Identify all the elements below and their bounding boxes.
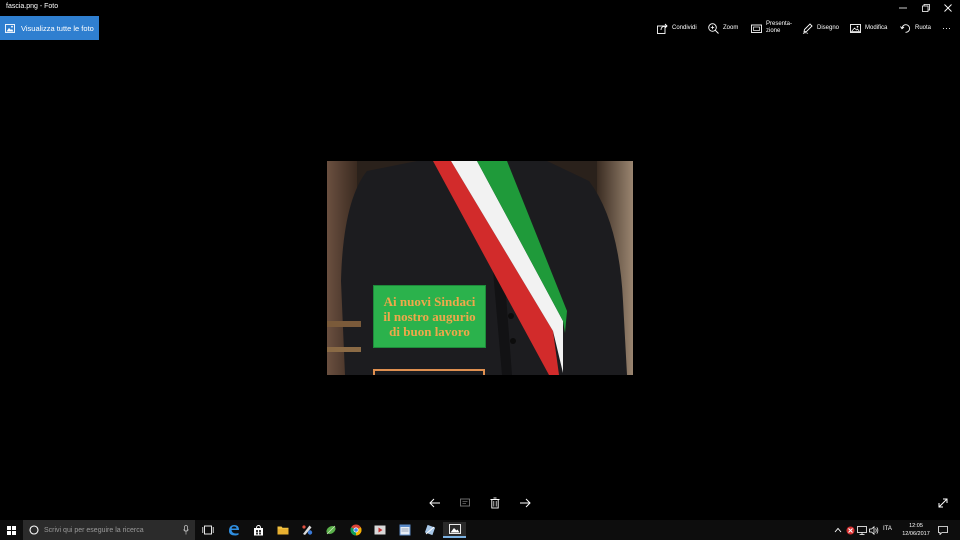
zoom-button[interactable]: Zoom: [708, 16, 738, 40]
start-button[interactable]: [0, 520, 23, 540]
scissors-tool-icon: [424, 524, 436, 536]
edit-button[interactable]: Modifica: [850, 16, 887, 40]
fullscreen-button[interactable]: [934, 494, 952, 512]
close-icon: [944, 4, 952, 12]
gallery-icon: [5, 23, 15, 33]
chrome-button[interactable]: [346, 522, 366, 538]
task-view-icon: [202, 525, 214, 535]
network-tray-button[interactable]: [856, 522, 868, 538]
view-all-photos-label: Visualizza tutte le foto: [21, 23, 94, 33]
share-icon: [657, 23, 668, 34]
photos-app-button[interactable]: [443, 522, 466, 538]
edit-label: Modifica: [865, 24, 888, 31]
minimize-icon: [899, 7, 907, 9]
caption-line-1: Ai nuovi Sindaci: [383, 294, 476, 309]
close-button[interactable]: [937, 0, 959, 16]
empty-frame-box: [373, 369, 485, 375]
store-bag-icon: [253, 524, 263, 535]
arrow-left-icon: [429, 498, 440, 508]
clock-time: 12:05: [909, 523, 923, 529]
media-player-button[interactable]: [370, 522, 390, 538]
arrow-right-icon: [520, 498, 531, 508]
zoom-label: Zoom: [723, 24, 739, 31]
edge-icon: [229, 525, 239, 536]
snipping-tool-button[interactable]: [420, 522, 440, 538]
share-button[interactable]: Condividi: [657, 16, 697, 40]
draw-button[interactable]: Disegno: [802, 16, 839, 40]
caption-line-3: di buon lavoro: [389, 324, 470, 339]
edit-photo-icon: [850, 23, 861, 33]
app-pinned-leaf-button[interactable]: [321, 522, 341, 538]
more-options-button[interactable]: ···: [942, 16, 951, 40]
photos-icon: [448, 524, 461, 534]
network-icon: [857, 525, 867, 535]
windows-taskbar: Scrivi qui per eseguire la ricerca ITA 1…: [0, 520, 960, 540]
rotate-button[interactable]: Ruota: [900, 16, 931, 40]
show-hidden-icons-button[interactable]: [832, 522, 844, 538]
chevron-up-icon: [834, 527, 842, 533]
taskbar-clock[interactable]: 12:05 12/06/2017: [896, 522, 936, 538]
app-toolbar: Visualizza tutte le foto Condividi Zoom …: [0, 16, 960, 40]
volume-tray-button[interactable]: [868, 522, 880, 538]
photo-viewer-image[interactable]: Ai nuovi Sindaci il nostro augurio di bu…: [327, 161, 633, 375]
view-all-photos-button[interactable]: Visualizza tutte le foto: [0, 16, 99, 40]
leaf-app-icon: [326, 525, 336, 535]
description-button[interactable]: [456, 494, 474, 512]
taskbar-search-box[interactable]: Scrivi qui per eseguire la ricerca: [23, 520, 195, 540]
share-label: Condividi: [672, 24, 697, 31]
restore-button[interactable]: [915, 0, 937, 16]
comment-icon: [460, 498, 470, 507]
previous-photo-button[interactable]: [426, 494, 444, 512]
rotate-icon: [900, 23, 911, 33]
input-language-indicator[interactable]: ITA: [883, 526, 892, 532]
greeting-caption: Ai nuovi Sindaci il nostro augurio di bu…: [373, 285, 486, 348]
delete-button[interactable]: [486, 494, 504, 512]
pen-icon: [802, 22, 813, 34]
file-explorer-button[interactable]: [273, 522, 293, 538]
minimize-button[interactable]: [892, 0, 914, 16]
document-window-icon: [399, 524, 411, 536]
notification-icon: [938, 525, 948, 535]
trash-icon: [490, 497, 500, 509]
expand-icon: [938, 498, 948, 508]
shield-alert-icon: [846, 526, 854, 534]
store-button[interactable]: [248, 522, 268, 538]
windows-logo-icon: [7, 525, 16, 535]
slideshow-button[interactable]: Presenta-zione: [751, 16, 795, 40]
edge-browser-button[interactable]: [224, 522, 244, 538]
clock-date: 12/06/2017: [902, 531, 930, 537]
restore-icon: [922, 4, 930, 12]
search-placeholder: Scrivi qui per eseguire la ricerca: [44, 526, 144, 534]
task-view-button[interactable]: [198, 522, 218, 538]
slideshow-label: Presenta-zione: [766, 21, 793, 34]
window-title: fascia.png - Foto: [6, 3, 59, 10]
action-center-button[interactable]: [936, 522, 950, 538]
folder-icon: [277, 526, 289, 535]
antivirus-tray-button[interactable]: [844, 522, 856, 538]
zoom-icon: [708, 22, 719, 34]
paint-app-button[interactable]: [297, 522, 317, 538]
caption-line-2: il nostro augurio: [383, 309, 476, 324]
microphone-icon[interactable]: [183, 525, 189, 535]
media-player-icon: [374, 525, 386, 535]
more-options-label: ···: [942, 23, 951, 33]
paint-palette-icon: [302, 525, 313, 535]
cortana-circle-icon: [29, 525, 39, 535]
chrome-icon: [350, 524, 362, 536]
slideshow-icon: [751, 24, 762, 33]
notes-app-button[interactable]: [395, 522, 415, 538]
draw-label: Disegno: [817, 24, 840, 31]
next-photo-button[interactable]: [516, 494, 534, 512]
speaker-icon: [869, 525, 879, 535]
rotate-label: Ruota: [915, 24, 932, 31]
title-bar: fascia.png - Foto: [0, 0, 960, 16]
